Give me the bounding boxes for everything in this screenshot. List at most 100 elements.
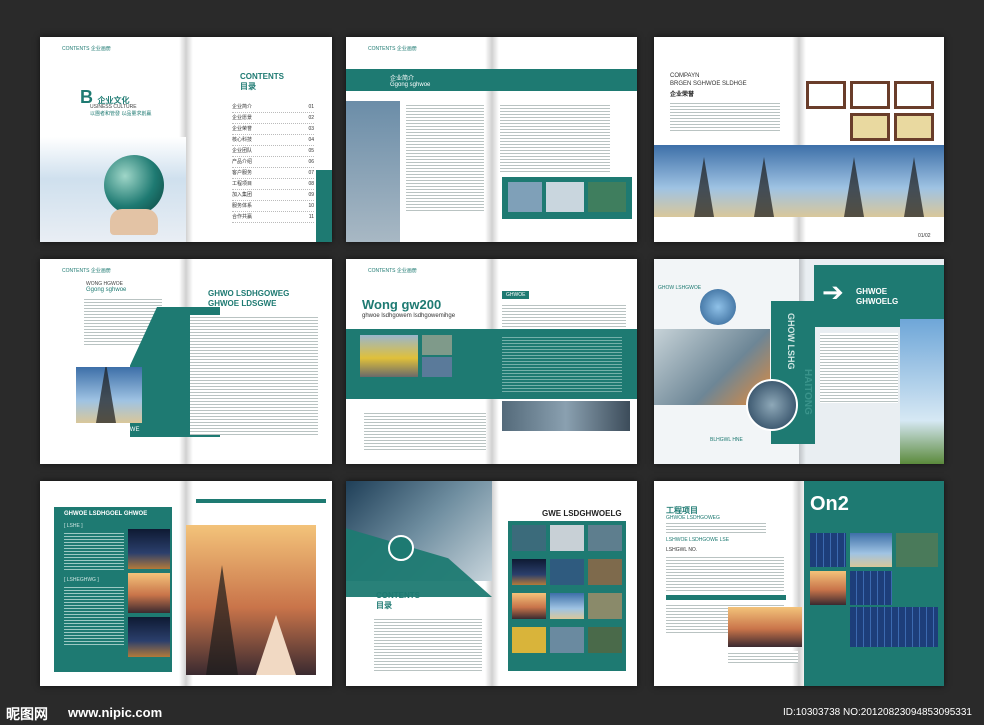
right-text bbox=[502, 303, 626, 327]
spread-4[interactable]: CONTENTS 企业画册 WONG HGWOE Ggong sghwoe GH… bbox=[40, 259, 332, 464]
spread-2[interactable]: CONTENTS 企业画册 企业简介 Ggong sghwoe bbox=[346, 37, 637, 242]
toc-row[interactable]: 企业荣誉 03 bbox=[232, 124, 314, 135]
tower-shape bbox=[206, 565, 238, 675]
sunset-photo bbox=[728, 607, 802, 647]
solar-photo-1 bbox=[810, 533, 846, 567]
label-2: BLHGWL HNE bbox=[710, 437, 743, 443]
workers-photo bbox=[502, 401, 630, 431]
hands-image bbox=[256, 615, 296, 675]
toc-page: 01 bbox=[308, 104, 314, 110]
spread-6[interactable]: GHOW LSHG HAITONG GHOW LSHGWOE BLHGWL HN… bbox=[654, 259, 944, 464]
top-line bbox=[196, 499, 326, 503]
spread-7[interactable]: GHWOE LSDHGOEL GHWOE [ LSHE ] [ LSHEGHWG… bbox=[40, 481, 332, 686]
toc-page: 02 bbox=[308, 115, 314, 121]
footer-text bbox=[728, 651, 798, 663]
grid-photo-7 bbox=[512, 593, 546, 619]
toc-label: 加入集团 bbox=[232, 192, 253, 198]
toc-row[interactable]: 合作共赢 11 bbox=[232, 212, 314, 223]
label-1: GHOW LSHGWOE bbox=[658, 285, 702, 291]
grid-photo-3 bbox=[588, 525, 622, 551]
grid-photo-12 bbox=[588, 627, 622, 653]
equip-photo-1 bbox=[422, 335, 452, 355]
brand-sub: 以團者和管發 以品量求創贏 bbox=[90, 111, 152, 117]
intro-text bbox=[666, 521, 766, 533]
spread-header: CONTENTS 企业画册 bbox=[62, 46, 111, 52]
main-title: Wong gw200 bbox=[362, 297, 442, 312]
heading-2: GHWOE LDSGWE bbox=[208, 299, 277, 308]
tag: GHWOE bbox=[502, 291, 530, 299]
tower-photo bbox=[76, 367, 142, 423]
toc-page: 03 bbox=[308, 126, 314, 132]
toc-row[interactable]: 企业简介 01 bbox=[232, 102, 314, 113]
spread-9[interactable]: 工程项目 GHWOE LSDHGOWEG LSHWOE LSDHGOWE LSE… bbox=[654, 481, 944, 686]
toc-page: 11 bbox=[308, 214, 314, 220]
toc-label: 服务体系 bbox=[232, 203, 253, 209]
toc-row[interactable]: 产品介绍 06 bbox=[232, 157, 314, 168]
toc-label: 企业简介 bbox=[232, 104, 253, 110]
photo-1 bbox=[508, 182, 542, 212]
toc-label: 合作共赢 bbox=[232, 214, 253, 220]
heading-1: GHWO LSDHGOWEG bbox=[208, 289, 290, 298]
toc-page: 04 bbox=[308, 137, 314, 143]
toc-row[interactable]: 工程项目 08 bbox=[232, 179, 314, 190]
photo-dusk bbox=[128, 573, 170, 613]
title-cn: 企业简介 bbox=[390, 76, 415, 82]
grid-photo-6 bbox=[588, 559, 622, 585]
power-tower-photo bbox=[654, 145, 944, 217]
toc-page: 06 bbox=[308, 159, 314, 165]
label: LSHWOE LSDHGOWE LSE bbox=[666, 537, 730, 543]
title-cn: 企业荣誉 bbox=[670, 92, 695, 98]
equip-photo-2 bbox=[422, 357, 452, 377]
banner-title: 企业简介 Ggong sghwoe bbox=[390, 73, 430, 88]
toc-row[interactable]: 客户服务 07 bbox=[232, 168, 314, 179]
fold bbox=[484, 37, 499, 242]
toc-row[interactable]: 服务体系 10 bbox=[232, 201, 314, 212]
toc-page: 08 bbox=[308, 181, 314, 187]
spread-8[interactable]: CONTENTS 目录 GWE LSDGHWOELG bbox=[346, 481, 637, 686]
grid-photo-10 bbox=[512, 627, 546, 653]
block-text-1: GHWOEL SHOGWE bbox=[84, 427, 140, 433]
toc-row[interactable]: 企业团队 05 bbox=[232, 146, 314, 157]
grid-photo-4 bbox=[512, 559, 546, 585]
toc-label: 工程项目 bbox=[232, 181, 253, 187]
wind-photo bbox=[900, 319, 944, 464]
block-text-2: GHWOL SDHG bbox=[84, 435, 126, 441]
solar-photo-2 bbox=[850, 571, 892, 605]
globe-image bbox=[104, 155, 164, 215]
solar-photo-3 bbox=[850, 607, 938, 647]
block-text-3: GHWOEML bbox=[84, 443, 116, 449]
toc-label: 产品介绍 bbox=[232, 159, 253, 165]
toc-page: 10 bbox=[308, 203, 314, 209]
wind-photo bbox=[850, 533, 892, 567]
toc-row[interactable]: 加入集团 09 bbox=[232, 190, 314, 201]
toc-row[interactable]: 核心科技 04 bbox=[232, 135, 314, 146]
circle-photo-1 bbox=[700, 289, 736, 325]
toc-page: 09 bbox=[308, 192, 314, 198]
toc-label: 企业团队 bbox=[232, 148, 253, 154]
g-title: Ggong sghwoe bbox=[86, 287, 127, 293]
spread-5[interactable]: CONTENTS 企业画册 Wong gw200 ghwoe lsdhgowem… bbox=[346, 259, 637, 464]
certificate-5 bbox=[894, 113, 934, 141]
spread-header: CONTENTS 企业画册 bbox=[368, 268, 417, 274]
toc-page: 05 bbox=[308, 148, 314, 154]
contents-title: CONTENTS bbox=[376, 591, 420, 600]
lower-text bbox=[364, 411, 486, 451]
contents-title: CONTENTS bbox=[240, 72, 284, 81]
toc-list: 企业简介 01 企业愿景 02 企业荣誉 03 核心科技 04 企业团队 05 产品介绍 06 客户服务… bbox=[232, 102, 314, 223]
grid-photo-5 bbox=[550, 559, 584, 585]
building-photo bbox=[346, 101, 400, 242]
watermark-url[interactable]: www.nipic.com bbox=[68, 705, 162, 720]
spread-3[interactable]: COMPAYN BRGEN SGHWOE SLDHGE 企业荣誉 01/02 bbox=[654, 37, 944, 242]
spread-1[interactable]: CONTENTS 企业画册 B 企业文化 USINESS CULTURE 以團者… bbox=[40, 37, 332, 242]
title-en: Ggong sghwoe bbox=[390, 82, 431, 88]
toc-label: 核心科技 bbox=[232, 137, 253, 143]
title-2: GHWOELG bbox=[856, 297, 899, 306]
right-text bbox=[820, 333, 898, 403]
on2-title: On2 bbox=[810, 493, 849, 515]
contents-cn: 目录 bbox=[376, 601, 392, 610]
toc-label: 企业荣誉 bbox=[232, 126, 253, 132]
toc-row[interactable]: 企业愿景 02 bbox=[232, 113, 314, 124]
certificate-2 bbox=[850, 81, 890, 109]
watermark-logo: 昵图网 bbox=[6, 706, 48, 722]
band-text bbox=[502, 335, 622, 393]
